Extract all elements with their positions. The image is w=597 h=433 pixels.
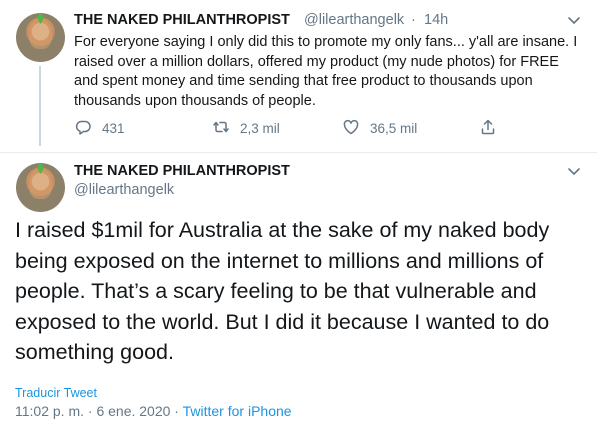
separator: ·: [174, 403, 179, 419]
display-name[interactable]: THE NAKED PHILANTHROPIST: [74, 163, 290, 179]
chevron-down-icon[interactable]: [566, 163, 582, 179]
heart-icon: [342, 118, 360, 139]
reply-icon: [74, 118, 92, 139]
handle[interactable]: @lilearthangelk: [74, 182, 174, 198]
timestamp[interactable]: 11:02 p. m. · 6 ene. 2020: [15, 403, 170, 419]
avatar[interactable]: [16, 13, 65, 62]
separator: ·: [411, 12, 416, 28]
share-icon: [479, 118, 497, 139]
tweet-text: For everyone saying I only did this to p…: [74, 34, 578, 109]
reply-count: 431: [102, 121, 125, 136]
tweet-footer: 11:02 p. m. · 6 ene. 2020 · Twitter for …: [15, 403, 292, 419]
source-link[interactable]: Twitter for iPhone: [183, 403, 292, 419]
display-name[interactable]: THE NAKED PHILANTHROPIST: [74, 12, 290, 28]
like-button[interactable]: 36,5 mil: [342, 118, 417, 139]
retweet-icon: [212, 118, 230, 139]
retweet-count: 2,3 mil: [240, 121, 280, 136]
divider: [0, 152, 597, 153]
retweet-button[interactable]: 2,3 mil: [212, 118, 280, 139]
chevron-down-icon[interactable]: [566, 12, 582, 28]
tweet-time[interactable]: 14h: [424, 12, 448, 28]
like-count: 36,5 mil: [370, 121, 418, 136]
reply-button[interactable]: 431: [74, 118, 125, 139]
gem-badge-icon: [37, 13, 44, 24]
tweet-text: I raised $1mil for Australia at the sake…: [15, 218, 550, 364]
share-button[interactable]: [479, 118, 497, 139]
handle[interactable]: @lilearthangelk: [304, 12, 404, 28]
thread-line: [39, 66, 41, 146]
avatar[interactable]: [16, 163, 65, 212]
tweet-actions: 431 2,3 mil 36,5 mil: [74, 118, 504, 138]
translate-link[interactable]: Traducir Tweet: [15, 386, 97, 400]
gem-badge-icon: [37, 163, 44, 174]
